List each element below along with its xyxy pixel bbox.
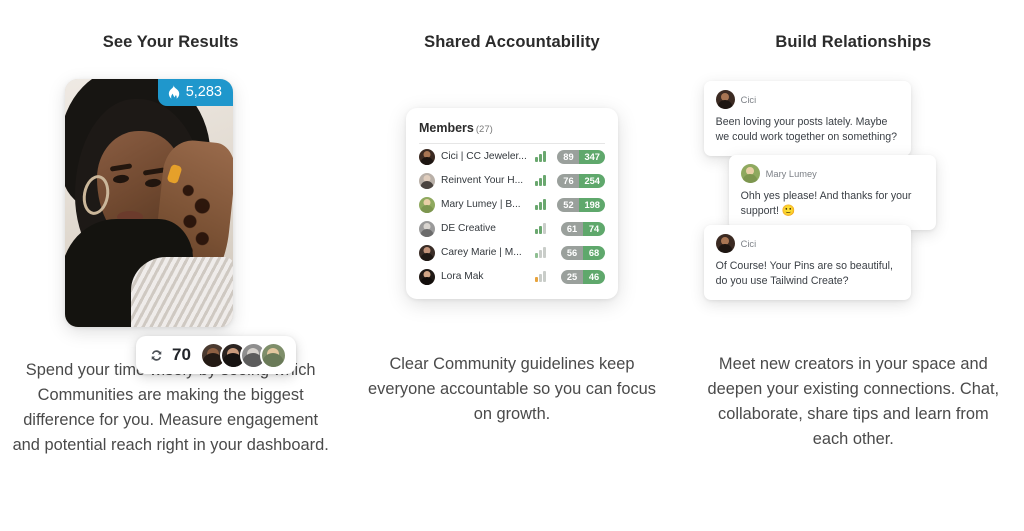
repin-count-value: 70 xyxy=(172,345,191,364)
members-count: (27) xyxy=(475,123,493,135)
table-row[interactable]: Cici | CC Jeweler... 89 347 xyxy=(418,146,605,168)
table-row[interactable]: Reinvent Your H... 76 254 xyxy=(418,170,605,192)
table-row[interactable]: Lora Mak 25 46 xyxy=(418,266,605,288)
chat-message-header: Cici xyxy=(715,90,899,109)
signal-bars-icon xyxy=(534,247,546,259)
results-visual: 5,283 70 xyxy=(0,68,341,374)
member-name: Carey Marie | M... xyxy=(440,247,522,259)
repin-count-pill[interactable]: 70 xyxy=(136,336,296,374)
column-title-1: See Your Results xyxy=(102,33,239,51)
avatar xyxy=(418,172,435,189)
members-card-header: Members (27) xyxy=(418,120,605,144)
chat-visual: Cici Been loving your posts lately. Mayb… xyxy=(683,68,1024,338)
signal-bars-icon xyxy=(534,271,546,283)
column-title-2: Shared Accountability xyxy=(424,33,600,51)
signal-bars-icon xyxy=(534,199,546,211)
avatar xyxy=(418,268,435,285)
chat-message-bubble[interactable]: Cici Been loving your posts lately. Mayb… xyxy=(703,81,911,156)
signal-bars-icon xyxy=(534,151,546,163)
feature-columns-section: See Your Results 5,283 70 Spend your tim… xyxy=(0,0,1024,531)
chat-text: Been loving your posts lately. Maybe we … xyxy=(715,116,898,143)
metric-left: 61 xyxy=(560,221,583,236)
status-badge: 56 68 xyxy=(560,245,605,260)
avatar xyxy=(715,90,735,109)
metric-left: 25 xyxy=(560,269,583,284)
column-body-2: Clear Community guidelines keep everyone… xyxy=(368,355,656,423)
metric-left: 89 xyxy=(557,149,580,164)
avatar xyxy=(418,220,435,237)
column-shared-accountability: Shared Accountability Members (27) Cici |… xyxy=(341,0,682,531)
avatar xyxy=(418,196,435,213)
members-label: Members xyxy=(418,120,474,135)
table-row[interactable]: DE Creative 61 74 xyxy=(418,218,605,240)
flame-icon xyxy=(168,84,179,99)
pin-photo-image xyxy=(65,79,233,327)
chat-text: Of Course! Your Pins are so beautiful, d… xyxy=(715,260,893,287)
member-name: Reinvent Your H... xyxy=(440,175,524,187)
signal-bars-icon xyxy=(534,175,546,187)
members-card[interactable]: Members(27) Cici | CC Jeweler... 89 347 xyxy=(405,107,618,299)
chat-message-bubble[interactable]: Cici Of Course! Your Pins are so beautif… xyxy=(703,225,911,300)
chat-author: Cici xyxy=(740,94,757,105)
column-build-relationships: Build Relationships Cici Been loving you… xyxy=(683,0,1024,531)
metric-left: 56 xyxy=(560,245,583,260)
status-badge: 76 254 xyxy=(557,173,605,188)
chat-author: Mary Lumey xyxy=(765,168,817,179)
chat-message-bubble[interactable]: Mary Lumey Ohh yes please! And thanks fo… xyxy=(728,155,936,230)
column-body-3: Meet new creators in your space and deep… xyxy=(707,355,1000,448)
member-name: DE Creative xyxy=(440,223,496,235)
table-row[interactable]: Carey Marie | M... 56 68 xyxy=(418,242,605,264)
member-name: Lora Mak xyxy=(440,271,484,283)
avatar xyxy=(740,164,760,183)
column-title-3: Build Relationships xyxy=(775,33,932,51)
metric-left: 76 xyxy=(557,173,580,188)
avatar xyxy=(715,234,735,253)
pin-photo-card[interactable]: 5,283 xyxy=(65,79,233,327)
member-name: Cici | CC Jeweler... xyxy=(440,151,527,163)
column-see-your-results: See Your Results 5,283 70 Spend your tim… xyxy=(0,0,341,531)
metric-right: 254 xyxy=(579,173,605,188)
metric-left: 52 xyxy=(557,197,580,212)
repin-icon xyxy=(151,349,162,361)
repin-avatar-stack xyxy=(199,341,287,369)
chat-text-body: Ohh yes please! And thanks for your supp… xyxy=(740,190,912,217)
member-name: Mary Lumey | B... xyxy=(440,199,521,211)
avatar xyxy=(418,148,435,165)
smile-emoji-icon: 🙂 xyxy=(781,205,796,217)
status-badge: 61 74 xyxy=(560,221,605,236)
chat-text: Ohh yes please! And thanks for your supp… xyxy=(741,189,924,219)
metric-right: 68 xyxy=(582,245,605,260)
status-badge: 89 347 xyxy=(557,149,605,164)
fire-count: 5,283 xyxy=(185,84,222,100)
signal-bars-icon xyxy=(534,223,546,235)
metric-right: 198 xyxy=(579,197,605,212)
table-row[interactable]: Mary Lumey | B... 52 198 xyxy=(418,194,605,216)
metric-right: 46 xyxy=(582,269,605,284)
members-visual: Members(27) Cici | CC Jeweler... 89 347 xyxy=(341,68,682,338)
metric-right: 74 xyxy=(582,221,605,236)
chat-message-header: Cici xyxy=(715,234,899,253)
fire-engagement-badge: 5,283 xyxy=(157,79,233,106)
avatar xyxy=(259,341,287,369)
status-badge: 52 198 xyxy=(557,197,605,212)
metric-right: 347 xyxy=(579,149,605,164)
avatar xyxy=(418,244,435,261)
status-badge: 25 46 xyxy=(560,269,605,284)
chat-message-header: Mary Lumey xyxy=(740,164,924,183)
chat-author: Cici xyxy=(740,238,757,249)
